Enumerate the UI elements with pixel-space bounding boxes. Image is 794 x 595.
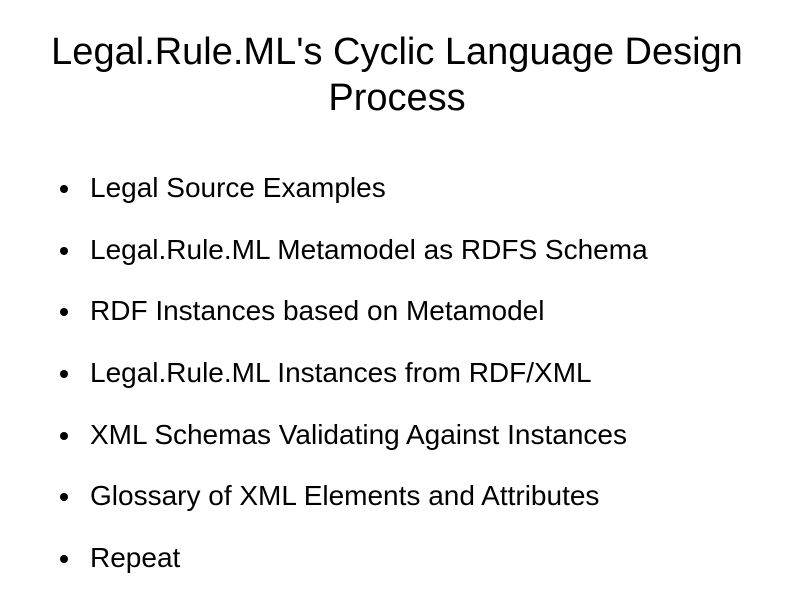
list-item: Glossary of XML Elements and Attributes: [60, 479, 754, 513]
bullet-icon: [60, 370, 68, 378]
bullet-icon: [60, 555, 68, 563]
bullet-list: Legal Source Examples Legal.Rule.ML Meta…: [40, 171, 754, 574]
slide-title: Legal.Rule.ML's Cyclic Language Design P…: [40, 30, 754, 121]
bullet-text: RDF Instances based on Metamodel: [90, 294, 754, 328]
bullet-text: Glossary of XML Elements and Attributes: [90, 479, 754, 513]
bullet-text: Legal.Rule.ML Metamodel as RDFS Schema: [90, 233, 754, 267]
bullet-icon: [60, 493, 68, 501]
bullet-icon: [60, 247, 68, 255]
list-item: XML Schemas Validating Against Instances: [60, 418, 754, 452]
list-item: Legal.Rule.ML Instances from RDF/XML: [60, 356, 754, 390]
list-item: Legal.Rule.ML Metamodel as RDFS Schema: [60, 233, 754, 267]
list-item: Legal Source Examples: [60, 171, 754, 205]
bullet-text: XML Schemas Validating Against Instances: [90, 418, 754, 452]
list-item: RDF Instances based on Metamodel: [60, 294, 754, 328]
bullet-icon: [60, 432, 68, 440]
list-item: Repeat: [60, 541, 754, 575]
bullet-icon: [60, 185, 68, 193]
bullet-text: Repeat: [90, 541, 754, 575]
bullet-text: Legal.Rule.ML Instances from RDF/XML: [90, 356, 754, 390]
bullet-icon: [60, 308, 68, 316]
bullet-text: Legal Source Examples: [90, 171, 754, 205]
